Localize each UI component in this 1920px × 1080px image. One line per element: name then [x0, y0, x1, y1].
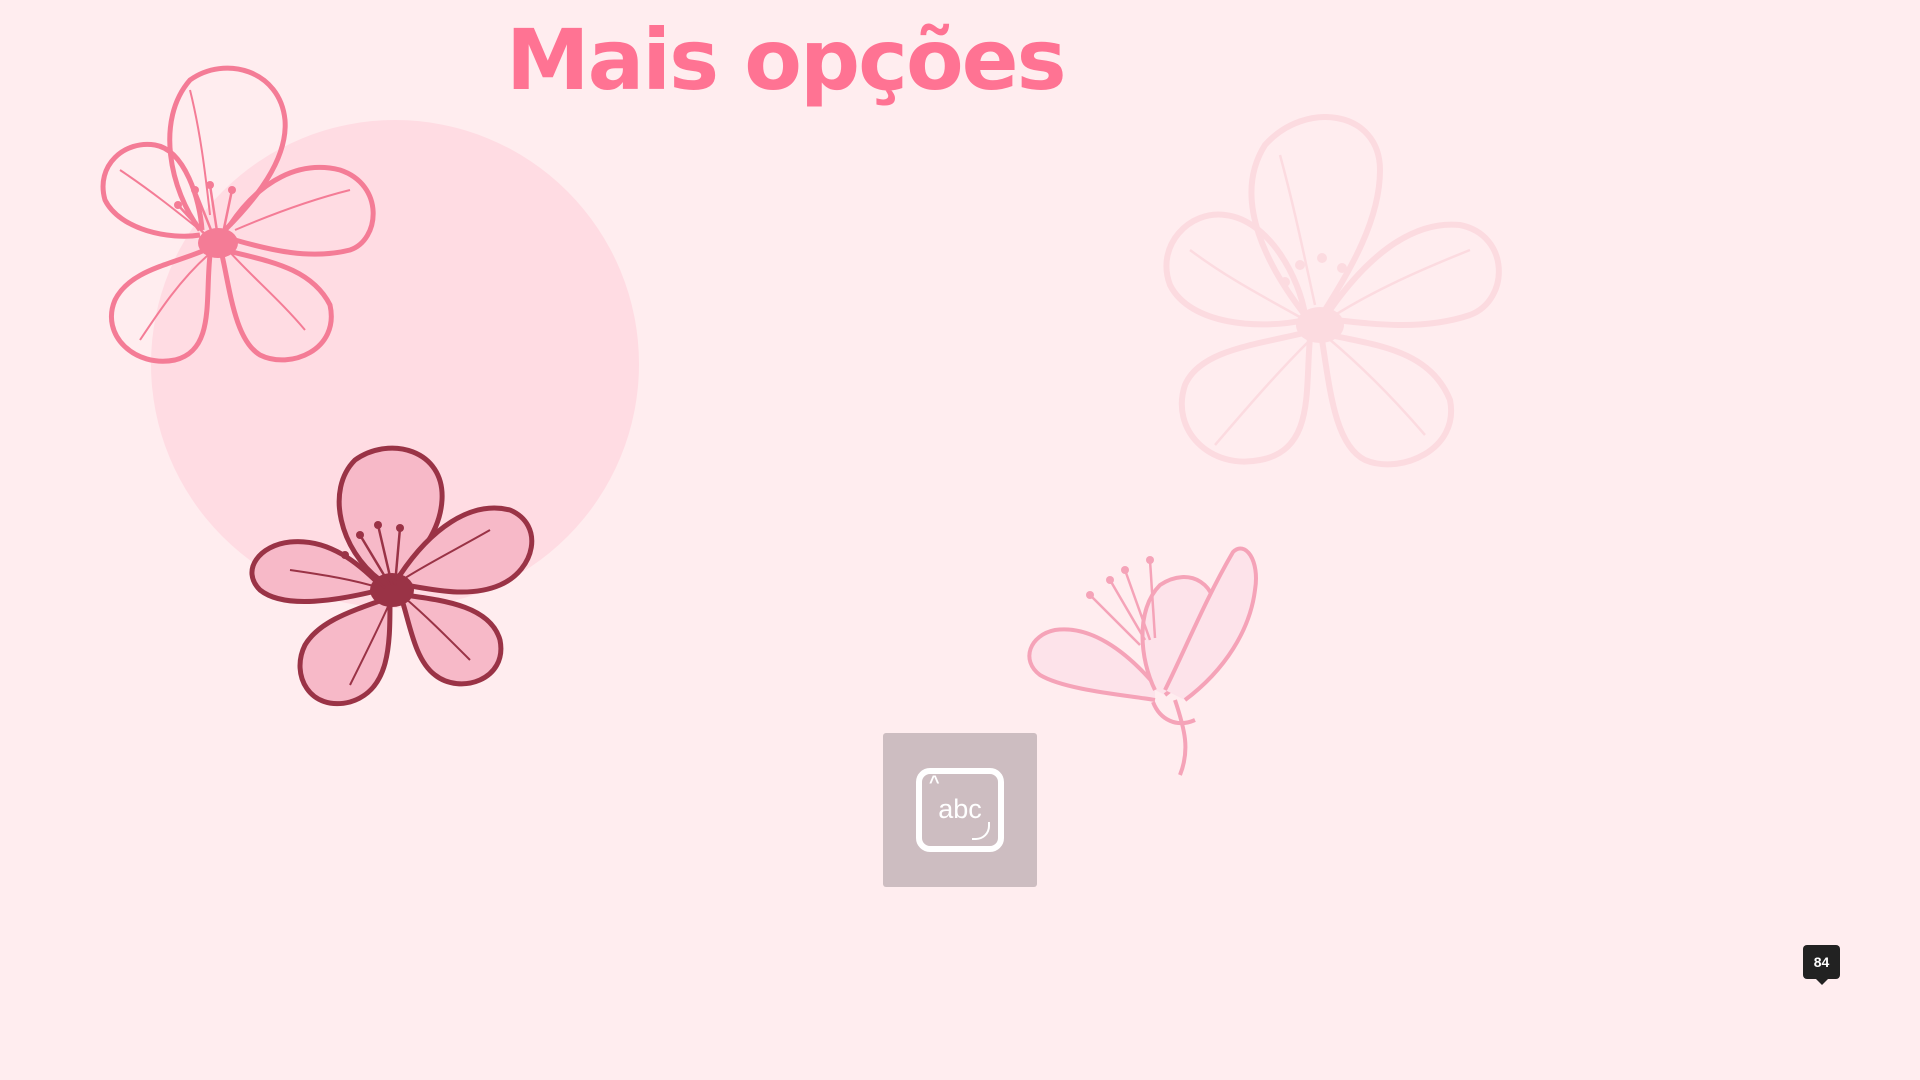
slide-title: Mais opções: [506, 11, 1067, 109]
cherry-blossom-outline-icon: [100, 65, 376, 364]
cherry-blossom-faded-icon: [1163, 114, 1502, 468]
slide-canvas: Mais opções ^ abc 84: [0, 0, 1920, 1080]
text-box-icon: ^ abc: [916, 768, 1004, 852]
page-number-badge: 84: [1803, 945, 1840, 985]
cherry-blossom-filled-icon: [249, 445, 535, 707]
text-box-icon-label: abc: [938, 793, 982, 824]
image-placeholder[interactable]: ^ abc: [883, 733, 1037, 887]
cherry-blossom-bud-icon: [1027, 546, 1258, 776]
